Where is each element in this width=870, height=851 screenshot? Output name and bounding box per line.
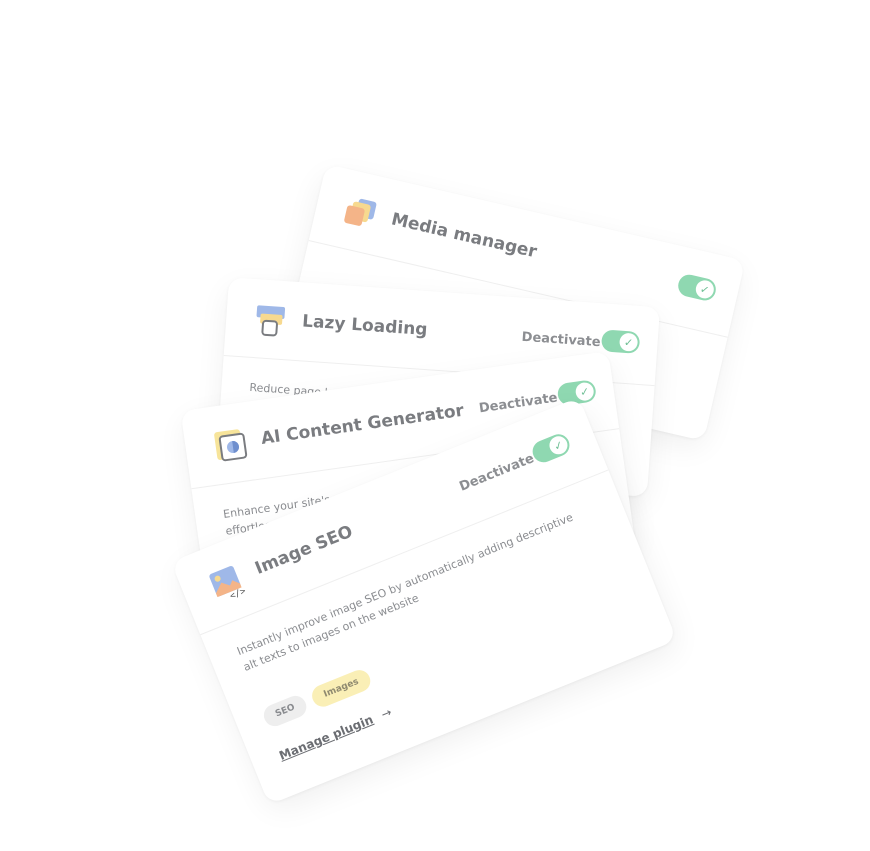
- activation-toggle[interactable]: ✓: [529, 430, 573, 466]
- card-title: Media manager: [389, 209, 539, 263]
- check-icon: ✓: [618, 332, 639, 352]
- deactivate-button[interactable]: Deactivate: [457, 451, 536, 495]
- plugin-cards-stack: Media manager ✓ Lazy Loading Deactivate …: [0, 0, 870, 851]
- tag-seo[interactable]: SEO: [260, 692, 310, 730]
- stacked-images-icon: [341, 194, 382, 235]
- ai-document-icon: [212, 426, 250, 464]
- tag-images[interactable]: Images: [309, 666, 374, 710]
- card-title: AI Content Generator: [259, 400, 466, 449]
- deactivate-button[interactable]: Deactivate: [521, 330, 601, 350]
- arrow-right-icon: →: [379, 704, 394, 722]
- image-code-icon: </>: [206, 561, 250, 605]
- card-title: Image SEO: [252, 521, 356, 579]
- check-icon: ✓: [546, 433, 571, 458]
- activation-toggle[interactable]: ✓: [676, 272, 719, 303]
- check-icon: ✓: [694, 278, 716, 301]
- card-title: Lazy Loading: [301, 311, 429, 341]
- layers-icon: [253, 303, 289, 339]
